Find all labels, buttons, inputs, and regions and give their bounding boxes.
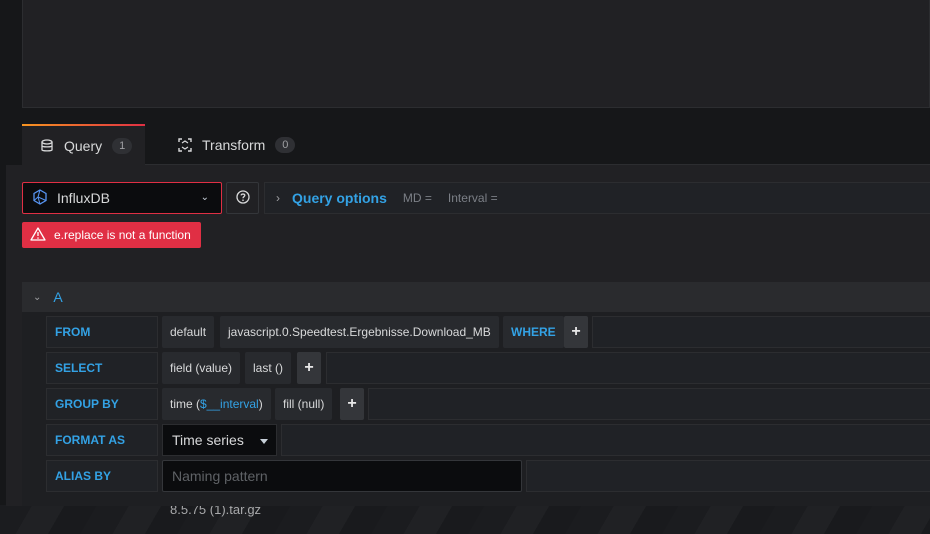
tab-transform-label: Transform xyxy=(202,137,266,153)
query-options-toggle[interactable]: › Query options MD = Interval = xyxy=(264,182,930,214)
format-as-value: Time series xyxy=(172,432,244,448)
error-message: e.replace is not a function xyxy=(54,228,191,242)
alias-by-row-filler xyxy=(526,460,930,492)
tab-transform[interactable]: Transform 0 xyxy=(170,124,310,166)
add-where-button[interactable]: + xyxy=(564,316,588,348)
tab-transform-count: 0 xyxy=(275,137,296,153)
from-policy-segment[interactable]: default xyxy=(162,316,215,348)
chevron-down-icon: ⌄ xyxy=(33,291,42,303)
query-row-header[interactable]: ⌄ A xyxy=(22,282,930,312)
add-select-button[interactable]: + xyxy=(297,352,321,384)
query-options-interval: Interval = xyxy=(447,191,498,205)
select-function-segment[interactable]: last () xyxy=(245,352,291,384)
from-label: FROM xyxy=(46,316,158,348)
datasource-error-badge: e.replace is not a function xyxy=(22,222,201,248)
add-group-by-button[interactable]: + xyxy=(340,388,364,420)
format-as-row-filler xyxy=(281,424,930,456)
warning-icon xyxy=(30,226,46,244)
influxdb-icon xyxy=(32,188,48,208)
chevron-down-icon: ⌄ xyxy=(200,192,209,203)
group-by-time-prefix: time ( xyxy=(170,397,200,411)
group-by-interval-var: $__interval xyxy=(200,397,259,411)
group-by-time-suffix: ) xyxy=(258,397,263,411)
datasource-picker[interactable]: InfluxDB ⌄ xyxy=(22,182,222,214)
select-row-filler xyxy=(326,352,930,384)
help-button[interactable] xyxy=(226,182,259,214)
select-label: SELECT xyxy=(46,352,158,384)
group-by-fill-segment[interactable]: fill (null) xyxy=(275,388,333,420)
query-options-md: MD = xyxy=(402,191,432,205)
datasource-name: InfluxDB xyxy=(57,190,110,206)
database-icon xyxy=(40,139,54,153)
tab-query[interactable]: Query 1 xyxy=(22,124,145,166)
question-circle-icon xyxy=(235,189,250,207)
background-pattern xyxy=(0,505,930,534)
alias-by-label: ALIAS BY xyxy=(46,460,158,492)
transform-icon xyxy=(178,138,192,152)
format-as-select[interactable]: Time series xyxy=(162,424,277,456)
caret-down-icon xyxy=(260,439,268,444)
tab-query-count: 1 xyxy=(112,138,133,154)
group-by-row-filler xyxy=(368,388,930,420)
select-field-segment[interactable]: field (value) xyxy=(162,352,241,384)
from-row-filler xyxy=(592,316,930,348)
tabs-divider xyxy=(22,164,930,165)
group-by-label: GROUP BY xyxy=(46,388,158,420)
query-options-title: Query options xyxy=(292,190,387,206)
alias-by-input[interactable] xyxy=(162,460,522,492)
query-ref-id: A xyxy=(53,289,63,305)
panel-preview xyxy=(22,0,930,108)
chevron-right-icon: › xyxy=(276,191,280,205)
where-keyword: WHERE xyxy=(503,316,564,348)
tab-query-label: Query xyxy=(64,138,103,154)
from-measurement-segment[interactable]: javascript.0.Speedtest.Ergebnisse.Downlo… xyxy=(220,316,499,348)
group-by-time-segment[interactable]: time ($__interval) xyxy=(162,388,271,420)
format-as-label: FORMAT AS xyxy=(46,424,158,456)
